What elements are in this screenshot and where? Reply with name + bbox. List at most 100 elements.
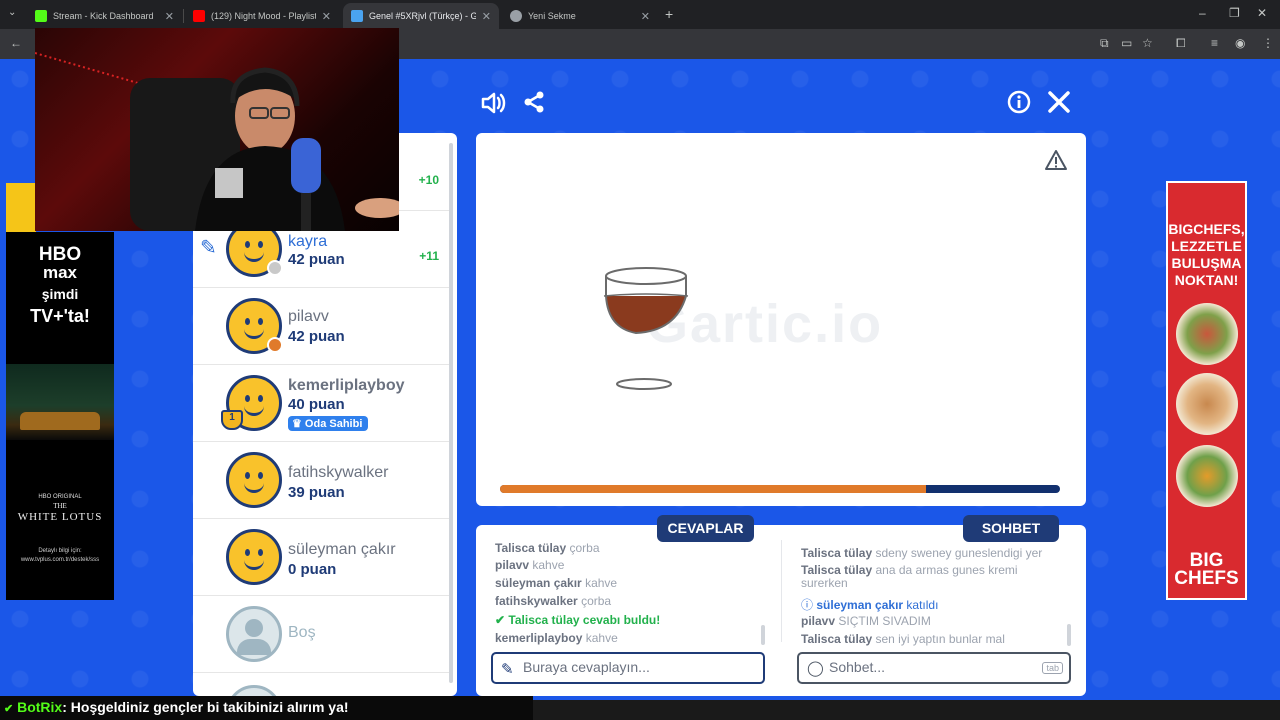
info-icon[interactable]: [1007, 90, 1031, 121]
notification-text: : Hoşgeldiniz gençler bi takibinizi alır…: [62, 699, 349, 715]
stream-chat-notification: ✔ BotRix: Hoşgeldiniz gençler bi takibin…: [0, 696, 533, 720]
coffee-cup-drawing: [603, 267, 689, 390]
tab-key-hint: tab: [1042, 662, 1063, 674]
profile-icon[interactable]: ◉: [1235, 36, 1245, 50]
verified-check-icon: ✔: [4, 703, 14, 715]
player-score: 39 puan: [288, 484, 345, 501]
tab-close-icon[interactable]: ✕: [482, 10, 491, 23]
kick-favicon-icon: [35, 10, 47, 22]
chrome-favicon-icon: [510, 10, 522, 22]
player-row-empty: Boş: [193, 596, 451, 673]
webcam-overlay: [35, 28, 399, 231]
sound-icon[interactable]: [480, 90, 506, 123]
extensions-icon[interactable]: ⧠: [1176, 36, 1186, 51]
menu-dots-icon[interactable]: ⋮: [1262, 36, 1274, 50]
tab-kick-dashboard[interactable]: Stream - Kick Dashboard ✕: [27, 3, 182, 29]
timer-fill: [500, 485, 926, 493]
bigchefs-ad[interactable]: BIGCHEFS, LEZZETLE BULUŞMA NOKTAN! BIG C…: [1166, 181, 1247, 600]
share-icon[interactable]: [522, 90, 546, 121]
cast-icon[interactable]: ▭: [1121, 36, 1132, 50]
tab-night-mood-playlist[interactable]: (129) Night Mood - Playlist ✕: [185, 3, 339, 29]
pencil-icon: ✎: [501, 661, 514, 678]
player-list-scrollbar[interactable]: [449, 143, 453, 683]
chat-scrollbar[interactable]: [1067, 624, 1071, 646]
chat-input[interactable]: [829, 659, 1029, 675]
tab-gartic-game[interactable]: Genel #5XRjvl (Türkçe) - Ga ✕: [343, 3, 499, 29]
player-name: kayra: [288, 233, 328, 250]
answer-message: fatihskywalker çorba: [495, 594, 612, 608]
chat-message: Talisca tülay sen iyi yaptın bunlar mal: [801, 632, 1005, 646]
answer-input[interactable]: [523, 659, 723, 675]
maximize-icon[interactable]: ❐: [1229, 6, 1240, 20]
empty-avatar-icon: [226, 685, 282, 696]
youtube-favicon-icon: [193, 10, 205, 22]
hbo-max-ad[interactable]: HBO max şimdi TV+'ta! HBO ORIGINAL THE W…: [6, 232, 114, 600]
answers-tab-label: CEVAPLAR: [657, 515, 754, 542]
answer-message: süleyman çakır kahve: [495, 576, 618, 590]
bigchefs-ad-line: LEZZETLE: [1171, 238, 1242, 254]
answer-message: pilavv kahve: [495, 558, 565, 572]
player-score: 40 puan: [288, 396, 345, 413]
join-message: ⓘ süleyman çakır katıldı: [801, 598, 939, 612]
dish-image: [1176, 303, 1238, 365]
player-name: Boş: [288, 624, 316, 641]
white-lotus-the: THE: [53, 502, 67, 510]
trophy-icon: 1: [221, 410, 243, 430]
answer-input-box[interactable]: ✎: [491, 652, 765, 684]
tab-search-icon[interactable]: ⌄: [8, 7, 16, 18]
player-row: [193, 673, 451, 696]
bigchefs-logo-text: CHEFS: [1174, 568, 1239, 589]
close-window-icon[interactable]: ✕: [1257, 6, 1267, 20]
tab-new-tab[interactable]: Yeni Sekme ✕: [502, 3, 658, 29]
report-warning-icon[interactable]: [1044, 149, 1068, 176]
hbo-original-text: HBO ORIGINAL: [38, 494, 82, 500]
drawing-canvas[interactable]: Gartic.io: [476, 133, 1086, 506]
bookmark-star-icon[interactable]: ☆: [1142, 36, 1153, 50]
player-score: 42 puan: [288, 251, 345, 268]
gartic-favicon-icon: [351, 10, 363, 22]
room-owner-badge: ♛ Oda Sahibi: [288, 416, 369, 431]
translate-icon[interactable]: ⧉: [1100, 36, 1109, 51]
reading-list-icon[interactable]: ≡: [1211, 36, 1218, 50]
drawing-pencil-icon: ✎: [200, 237, 217, 259]
player-row[interactable]: 1 kemerliplayboy 40 puan ♛ Oda Sahibi: [193, 365, 451, 442]
answers-scrollbar[interactable]: [761, 625, 765, 645]
panel-divider: [781, 540, 782, 642]
minimize-icon[interactable]: –: [1199, 6, 1206, 20]
notification-user: BotRix: [17, 699, 63, 715]
chat-message: Talisca tülay sdeny sweney guneslendigi …: [801, 546, 1043, 560]
player-name: süleyman çakır: [288, 541, 396, 558]
tab-close-icon[interactable]: ✕: [641, 10, 650, 23]
tab-title: Genel #5XRjvl (Türkçe) - Ga: [369, 11, 476, 21]
tab-close-icon[interactable]: ✕: [322, 10, 331, 23]
tab-close-icon[interactable]: ✕: [165, 10, 174, 23]
new-tab-plus-icon[interactable]: +: [665, 6, 673, 22]
back-arrow-icon[interactable]: ←: [10, 36, 22, 50]
player-row[interactable]: süleyman çakır 0 puan: [193, 519, 451, 596]
tab-title: (129) Night Mood - Playlist: [211, 11, 316, 21]
tvplus-logo-text: TV+'ta!: [30, 306, 90, 326]
player-row[interactable]: pilavv 42 puan: [193, 288, 451, 365]
player-avatar: [226, 298, 283, 354]
answer-message: Talisca tülay çorba: [495, 541, 600, 555]
player-avatar: [226, 529, 282, 585]
chat-tab-label: SOHBET: [963, 515, 1059, 542]
player-name: kemerliplayboy: [288, 377, 405, 394]
hbo-info-text: Detaylı bilgi için:: [38, 548, 82, 554]
chat-input-box[interactable]: ◯ tab: [797, 652, 1071, 684]
player-row[interactable]: fatihskywalker 39 puan: [193, 442, 451, 519]
round-timer-bar: [500, 485, 1060, 493]
hbo-url-text: www.tvplus.com.tr/destek/sss: [20, 557, 100, 563]
player-score: 0 puan: [288, 561, 337, 578]
bigchefs-ad-line: BIGCHEFS,: [1168, 221, 1245, 237]
player-avatar: [226, 452, 282, 508]
bigchefs-ad-line: BULUŞMA: [1171, 255, 1242, 271]
correct-answer-message: ✔ Talisca tülay cevabı buldu!: [495, 613, 661, 627]
white-lotus-title: WHITE LOTUS: [17, 511, 103, 523]
player-name: fatihskywalker: [288, 464, 389, 481]
hbo-logo-text: HBO: [38, 244, 82, 265]
chat-message: pilavv SIÇTIM SIVADIM: [801, 614, 931, 628]
close-game-icon[interactable]: [1047, 90, 1071, 121]
dish-image: [1176, 445, 1238, 507]
info-circle-icon: ⓘ: [801, 598, 814, 612]
